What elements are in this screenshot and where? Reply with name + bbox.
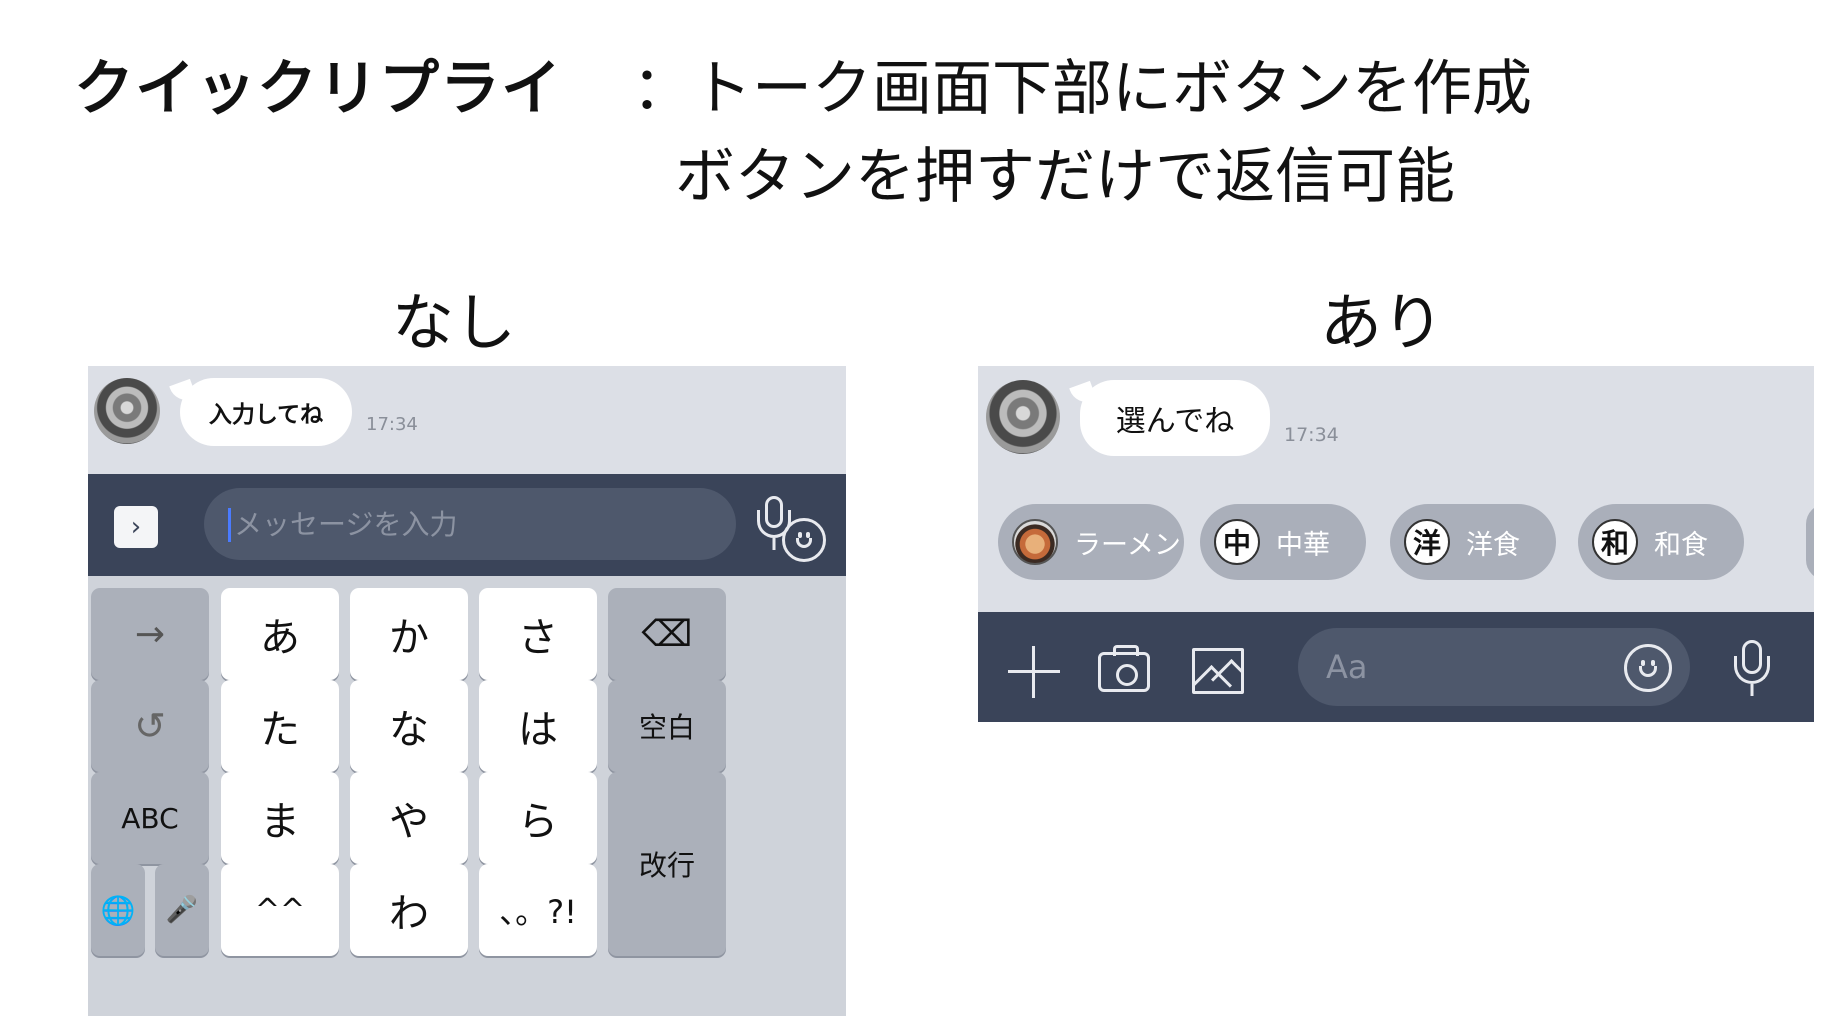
dictation-icon[interactable]: 🎤 <box>155 864 209 956</box>
message-bubble: 入力してね <box>180 378 352 446</box>
quick-reply-label: 洋食 <box>1466 529 1520 561</box>
japanese-food-icon: 和 <box>1592 519 1638 565</box>
expand-menu-button[interactable]: › <box>114 506 158 548</box>
description-line-1: ：トーク画面下部にボタンを作成 <box>632 54 1532 124</box>
message-input[interactable] <box>1326 646 1586 688</box>
key-ma[interactable]: ま <box>221 772 339 864</box>
key-ya[interactable]: や <box>350 772 468 864</box>
avatar[interactable] <box>94 378 160 444</box>
quick-reply-japanese[interactable]: 和 和食 <box>1578 504 1744 580</box>
key-arrow-next[interactable]: → <box>91 588 209 680</box>
microphone-icon[interactable] <box>1728 640 1776 698</box>
page-title: クイックリプライ <box>74 54 562 124</box>
quick-reply-label: 和食 <box>1654 529 1708 561</box>
key-na[interactable]: な <box>350 680 468 772</box>
message-input[interactable] <box>234 502 654 546</box>
message-field[interactable] <box>1298 628 1690 706</box>
description-line-2: ボタンを押すだけで返信可能 <box>675 142 1455 212</box>
key-punctuation[interactable]: 、。?! <box>479 864 597 956</box>
key-kaomoji[interactable]: ^^ <box>221 864 339 956</box>
enter-key[interactable]: 改行 <box>608 772 726 956</box>
key-ha[interactable]: は <box>479 680 597 772</box>
backspace-key[interactable]: ⌫ <box>608 588 726 680</box>
message-time: 17:34 <box>366 414 418 435</box>
image-icon[interactable] <box>1192 648 1244 694</box>
input-bar <box>978 612 1814 722</box>
quick-reply-western[interactable]: 洋 洋食 <box>1390 504 1556 580</box>
plus-icon[interactable] <box>1008 646 1060 698</box>
chat-screen-without: 入力してね 17:34 › → あ か さ ⌫ ↺ た な は 空白 ABC ま… <box>88 366 846 1016</box>
avatar[interactable] <box>986 380 1060 454</box>
chat-screen-with: 選んでね 17:34 ラーメン 中 中華 洋 洋食 和 和食 <box>978 366 1814 722</box>
text-caret <box>228 508 231 542</box>
globe-icon[interactable]: 🌐 <box>91 864 145 956</box>
message-time: 17:34 <box>1284 424 1339 446</box>
keyboard: → あ か さ ⌫ ↺ た な は 空白 ABC ま や ら 改行 🌐 🎤 ^^… <box>88 576 846 1016</box>
message-bubble: 選んでね <box>1080 380 1270 456</box>
chevron-right-icon: › <box>130 512 142 542</box>
space-key[interactable]: 空白 <box>608 680 726 772</box>
microphone-icon[interactable] <box>752 496 796 552</box>
western-food-icon: 洋 <box>1404 519 1450 565</box>
emoji-icon[interactable] <box>1624 644 1672 692</box>
ramen-icon <box>1012 519 1058 565</box>
message-field[interactable] <box>204 488 826 562</box>
quick-reply-label: ラーメン <box>1074 529 1181 561</box>
label-with: あり <box>1320 286 1445 359</box>
key-sa[interactable]: さ <box>479 588 597 680</box>
input-bar: › <box>88 474 846 576</box>
abc-key[interactable]: ABC <box>91 772 209 864</box>
quick-reply-ramen[interactable]: ラーメン <box>998 504 1184 580</box>
label-without: なし <box>392 286 517 359</box>
key-a[interactable]: あ <box>221 588 339 680</box>
key-wa[interactable]: わ <box>350 864 468 956</box>
camera-icon[interactable] <box>1098 645 1150 692</box>
quick-reply-chinese[interactable]: 中 中華 <box>1200 504 1366 580</box>
key-ta[interactable]: た <box>221 680 339 772</box>
chinese-food-icon: 中 <box>1214 519 1260 565</box>
key-ra[interactable]: ら <box>479 772 597 864</box>
quick-reply-label: 中華 <box>1276 529 1330 561</box>
quick-reply-more[interactable] <box>1806 504 1814 580</box>
key-ka[interactable]: か <box>350 588 468 680</box>
undo-key[interactable]: ↺ <box>91 680 209 772</box>
